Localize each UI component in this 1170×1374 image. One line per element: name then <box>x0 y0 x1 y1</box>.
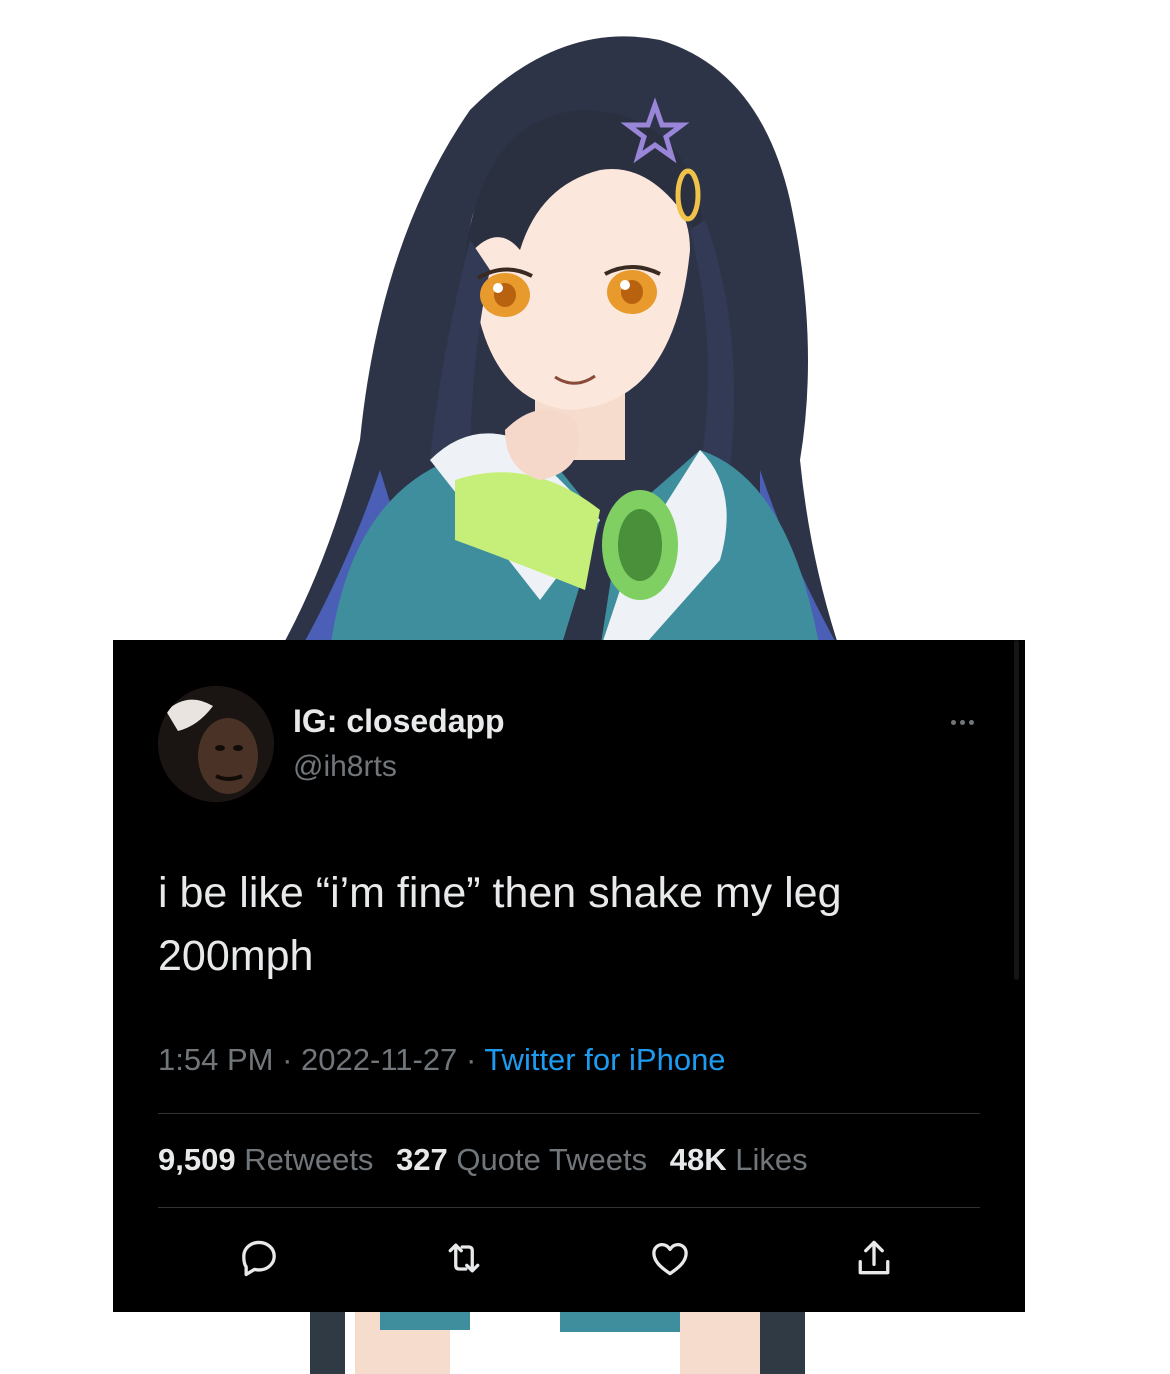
tweet-metadata: 1:54 PM · 2022-11-27 · Twitter for iPhon… <box>158 1042 726 1078</box>
scrollbar[interactable] <box>1014 640 1019 980</box>
tweet-card: IG: closedapp @ih8rts i be like “i’m fin… <box>113 640 1025 1312</box>
retweet-button[interactable] <box>442 1236 486 1280</box>
avatar[interactable] <box>158 686 274 802</box>
divider <box>158 1207 980 1208</box>
tweet-date[interactable]: 2022-11-27 <box>301 1042 457 1077</box>
meta-separator: · <box>282 1042 293 1077</box>
likes-stat[interactable]: 48K Likes <box>670 1142 808 1177</box>
meta-separator: · <box>465 1042 477 1077</box>
quote-tweets-label: Quote Tweets <box>456 1142 648 1177</box>
quote-tweets-count: 327 <box>396 1142 448 1177</box>
reply-button[interactable] <box>237 1236 281 1280</box>
retweets-stat[interactable]: 9,509 Retweets <box>158 1142 373 1177</box>
profile-photo <box>158 686 274 802</box>
likes-label: Likes <box>735 1142 808 1177</box>
tweet-stats: 9,509 Retweets 327 Quote Tweets 48K Like… <box>158 1142 822 1178</box>
quote-tweets-stat[interactable]: 327 Quote Tweets <box>396 1142 647 1177</box>
more-options-icon[interactable] <box>937 710 987 734</box>
tweet-source-link[interactable]: Twitter for iPhone <box>484 1042 725 1077</box>
tweet-time[interactable]: 1:54 PM <box>158 1042 273 1077</box>
share-icon <box>858 1240 890 1275</box>
retweets-count: 9,509 <box>158 1142 236 1177</box>
retweets-label: Retweets <box>244 1142 374 1177</box>
divider <box>158 1113 980 1114</box>
like-button[interactable] <box>648 1236 692 1280</box>
share-button[interactable] <box>852 1236 896 1280</box>
tweet-text: i be like “i’m fine” then shake my leg 2… <box>158 869 842 980</box>
user-handle[interactable]: @ih8rts <box>293 750 397 784</box>
likes-count: 48K <box>669 1142 727 1177</box>
reply-icon <box>242 1240 276 1277</box>
like-icon <box>652 1242 688 1276</box>
retweet-icon <box>448 1243 480 1273</box>
display-name[interactable]: IG: closedapp <box>293 703 505 740</box>
